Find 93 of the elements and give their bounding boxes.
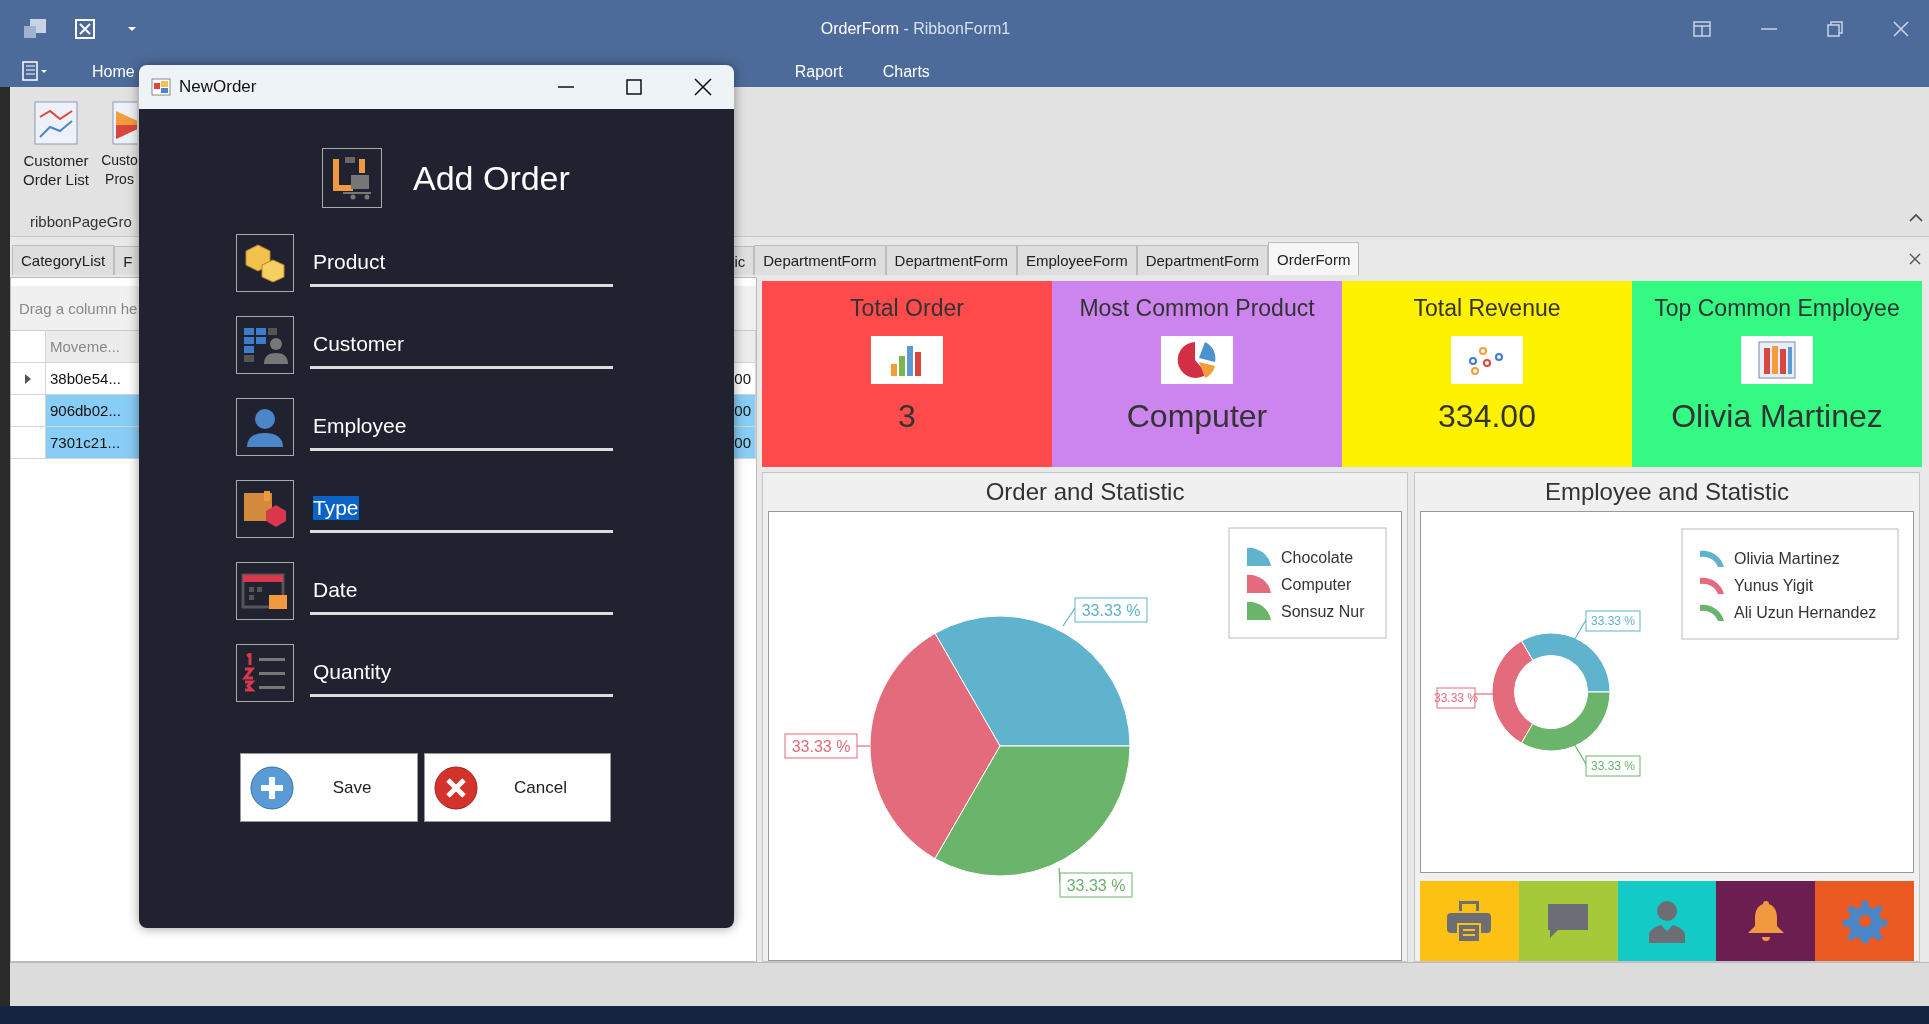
cancel-icon	[433, 764, 479, 811]
legend-label: Sonsuz Nur	[1281, 603, 1365, 620]
document-tab[interactable]: OrderForm	[1268, 242, 1360, 275]
ribbon-group-label: ribbonPageGro	[29, 213, 132, 232]
legend-swatch	[1247, 574, 1271, 593]
data-label: 33.33 %	[1074, 597, 1148, 623]
legend-swatch	[1247, 547, 1271, 566]
row-indicator-icon	[24, 372, 32, 385]
card-title: Most Common Product	[1079, 295, 1315, 322]
app-icon[interactable]	[22, 16, 48, 41]
legend-label: Olivia Martinez	[1734, 550, 1840, 567]
leader-line	[856, 745, 871, 747]
chart-title: Employee and Statistic	[1543, 477, 1791, 507]
tile-button[interactable]	[1420, 881, 1519, 961]
ribbon-tab[interactable]: Charts	[866, 57, 946, 87]
settings-icon	[1842, 899, 1887, 943]
card-value: 334.00	[1438, 398, 1536, 435]
cancel-button[interactable]: Cancel	[424, 753, 611, 822]
data-label: 33.33 %	[784, 733, 858, 759]
data-label: 33.33 %	[1059, 872, 1133, 898]
boxes-icon	[242, 243, 288, 283]
input-field[interactable]: Product	[310, 239, 613, 287]
stacked-bar-icon	[1757, 340, 1797, 380]
document-tab[interactable]: DepartmentForm	[885, 245, 1017, 275]
legend-swatch	[1700, 604, 1724, 621]
ribbon-tab[interactable]: Raport	[778, 57, 859, 87]
input-field[interactable]: Quantity	[310, 649, 613, 697]
form-icon	[151, 78, 171, 96]
person-icon	[1647, 899, 1687, 943]
input-field[interactable]: Type	[310, 485, 613, 533]
maximize-icon[interactable]	[626, 79, 642, 95]
minimize-icon[interactable]	[558, 85, 574, 89]
data-label: 33.33 %	[1081, 602, 1141, 619]
legend-label: Computer	[1281, 576, 1352, 593]
dialog-heading: Add Order	[413, 158, 570, 198]
document-tab[interactable]: DepartmentForm	[754, 245, 886, 275]
menu-icon[interactable]	[22, 61, 48, 81]
legend-swatch	[1247, 601, 1271, 620]
layout-icon[interactable]	[1693, 20, 1711, 37]
legend-label: Chocolate	[1281, 549, 1354, 566]
restore-icon[interactable]	[1827, 20, 1843, 37]
document-tab[interactable]: DepartmentForm	[1136, 245, 1269, 275]
ribbon-button-label: Customer Order List	[22, 151, 90, 189]
line-chart-icon	[34, 101, 78, 145]
legend-swatch	[1700, 550, 1724, 567]
tile-button[interactable]	[1716, 881, 1816, 961]
calendar-icon	[241, 571, 289, 611]
dropdown-arrow-icon[interactable]	[126, 24, 138, 33]
input-field[interactable]: Date	[310, 567, 613, 615]
data-label: 33.33 %	[1434, 687, 1478, 709]
input-field[interactable]: Employee	[310, 403, 613, 451]
data-label: 33.33 %	[1590, 614, 1636, 628]
chart-title: Order and Statistic	[984, 477, 1186, 507]
data-label: 33.33 %	[1585, 755, 1641, 777]
document-tab[interactable]: CategoryList	[12, 245, 115, 275]
card-title: Total Order	[850, 295, 964, 322]
plus-icon	[249, 764, 295, 811]
data-label: 33.33 %	[1585, 610, 1641, 632]
ribbon-button-label: Custo Pros	[100, 151, 139, 189]
dialog-title: NewOrder	[179, 77, 258, 97]
card-value: Computer	[1126, 398, 1268, 435]
close-box-icon[interactable]	[74, 17, 96, 40]
tile-button[interactable]	[1815, 881, 1914, 961]
input-field[interactable]: Customer	[310, 321, 613, 369]
chat-icon	[1546, 902, 1591, 940]
table-cell: 906db02...	[46, 395, 142, 426]
chart-icon	[112, 101, 137, 145]
card-title: Total Revenue	[1413, 295, 1561, 322]
data-label: 33.33 %	[1066, 877, 1126, 894]
save-button[interactable]: Save	[240, 753, 418, 822]
data-label: 33.33 %	[1433, 691, 1479, 705]
ribbon-button[interactable]: Customer Order List	[18, 101, 94, 213]
document-tab[interactable]: EmployeeForm	[1016, 245, 1137, 275]
leader-line	[1474, 693, 1495, 695]
tag-icon	[242, 489, 288, 529]
close-icon[interactable]	[1909, 253, 1921, 265]
person-icon	[245, 407, 285, 447]
legend-swatch	[1700, 577, 1724, 594]
card-title: Top Common Employee	[1654, 295, 1900, 322]
legend-label: Ali Uzun Hernandez	[1734, 604, 1877, 621]
card-value: Olivia Martinez	[1671, 398, 1883, 435]
table-cell: 7301c21...	[46, 427, 142, 458]
card-value: 3	[898, 398, 916, 435]
tile-button[interactable]	[1617, 881, 1717, 961]
tile-button[interactable]	[1518, 881, 1618, 961]
close-icon[interactable]	[694, 78, 712, 96]
collapse-icon[interactable]	[1909, 213, 1923, 222]
printer-icon	[1447, 899, 1492, 943]
data-label: 33.33 %	[1590, 759, 1636, 773]
window-title: OrderForm - RibbonForm1	[819, 19, 1012, 38]
legend-label: Yunus Yigit	[1734, 577, 1814, 594]
leader-line	[1062, 607, 1076, 627]
data-label: 33.33 %	[791, 738, 851, 755]
